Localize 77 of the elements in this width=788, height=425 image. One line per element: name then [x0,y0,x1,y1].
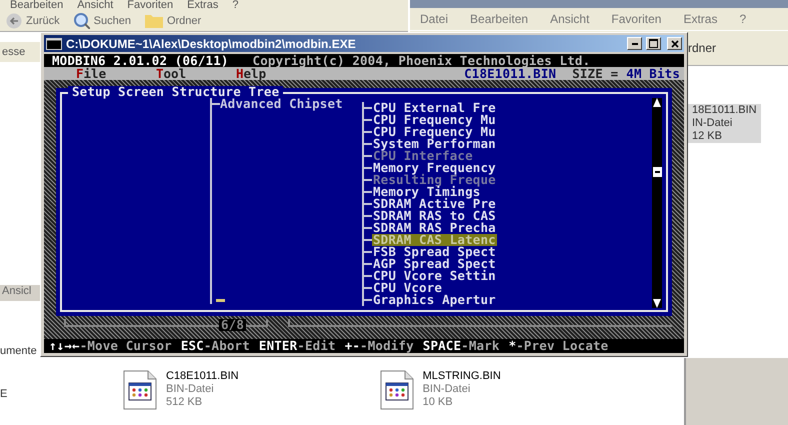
tree-node[interactable]: Advanced Chipset [220,98,343,110]
menu-item[interactable]: Extras [683,12,718,26]
menu-item[interactable]: Favoriten [611,12,662,26]
menu-item[interactable]: Datei [420,12,448,26]
file-icon [122,370,158,410]
menu-item[interactable]: ? [232,0,238,11]
minimize-button[interactable] [627,37,642,50]
key-hint: ENTER-Edit [258,340,336,352]
panel-title: Setup Screen Structure Tree [68,86,284,98]
search-icon [74,13,90,29]
tree-item[interactable]: CPU Vcore [372,282,444,294]
menu-item[interactable]: Help [236,68,316,80]
scrollbar[interactable] [652,98,662,308]
minimize-icon [632,42,638,44]
key-hint: SPACE-Mark [422,340,500,352]
toolbar-button[interactable]: Suchen [74,13,131,29]
copyright-text: Copyright(c) 2004, Phoenix Technologies Ltd. [252,54,590,66]
menu-item[interactable]: Extras [187,0,218,11]
file-size: 10 KB [422,396,454,409]
scroll-thumb-icon[interactable] [652,167,662,177]
menu-item[interactable]: Ansicht [550,12,590,26]
window-title: C:\DOKUME~1\Alex\Desktop\modbin2\modbin.EXE [66,36,357,50]
menu-item[interactable]: File [76,68,156,80]
menu-item[interactable]: Bearbeiten [10,0,64,11]
tree-item[interactable]: Memory Frequency [372,162,497,174]
folder-icon [144,14,163,28]
console-icon [46,38,62,50]
tree-item[interactable]: CPU External Fre [372,102,497,114]
tree-item[interactable]: CPU Frequency Mu [372,126,497,138]
close-button[interactable] [667,37,682,50]
toolbar-button[interactable]: Zurück [6,13,60,29]
address-label: esse [2,46,26,58]
menu-item[interactable]: Favoriten [127,0,174,11]
tree-item[interactable]: Memory Timings [372,186,482,198]
menu-item[interactable]: Bearbeiten [470,12,528,26]
file-name[interactable]: C18E1011.BIN [166,370,239,383]
pane-header: Ansicl [0,285,42,301]
file-type: BIN-Datei [422,383,472,396]
folder-label: umente [0,345,37,357]
tree-item[interactable]: System Performan [372,138,497,150]
tree-item[interactable]: SDRAM RAS Precha [372,222,497,234]
menu-item[interactable]: Ansicht [77,0,114,11]
file-size: 512 KB [166,396,204,409]
text-cursor [216,299,225,302]
file-entry[interactable]: 18E1011.BIN IN-Datei 12 KB [688,104,761,143]
file-type: BIN-Datei [166,383,215,396]
maximize-icon [649,39,658,48]
tree-item[interactable]: AGP Spread Spect [372,258,497,270]
key-hint: +--Modify [344,340,414,352]
file-size: 12 KB [692,130,723,143]
menu-item[interactable]: ? [739,12,746,26]
tree-item[interactable]: SDRAM RAS to CAS [372,210,497,222]
file-name: C18E1011.BIN [464,68,556,80]
size-label: SIZE = [572,68,618,80]
tree-item[interactable]: SDRAM Active Pre [372,198,497,210]
key-hint: *-Prev Locate [508,340,608,352]
file-type: IN-Datei [692,117,734,130]
close-icon [670,40,678,48]
file-name: 18E1011.BIN [692,104,757,117]
toolbar-button[interactable]: rdner [688,41,716,55]
menu-item[interactable]: Tool [156,68,236,80]
tree-item[interactable]: Graphics Apertur [372,294,497,306]
toolbar-button[interactable]: Ordner [144,14,202,28]
tree-item[interactable]: FSB Spread Spect [372,246,497,258]
page-indicator: 6/8 [218,319,246,331]
scroll-down-icon[interactable] [653,299,661,308]
key-hint: ↑↓→←-Move Cursor [49,340,172,352]
tree-item[interactable]: CPU Frequency Mu [372,114,497,126]
scroll-up-icon[interactable] [653,98,661,107]
key-hint: ESC-Abort [180,340,250,352]
file-icon [378,370,415,410]
size-value: 4M Bits [626,68,680,80]
file-name[interactable]: MLSTRING.BIN [422,370,501,383]
program-version: MODBIN6 2.01.02 (06/11) [52,54,229,66]
file-label: E [0,388,8,400]
maximize-button[interactable] [646,37,661,50]
tree-item[interactable]: CPU Vcore Settin [372,270,497,282]
